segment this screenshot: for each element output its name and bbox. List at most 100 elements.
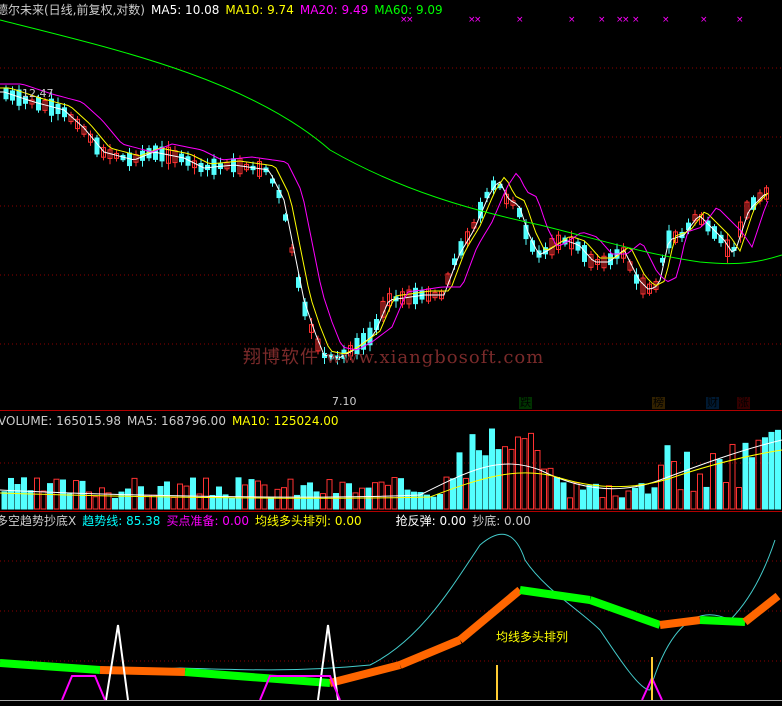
volume-bar (645, 493, 651, 510)
volume-bar (586, 485, 593, 510)
volume-bar (177, 483, 183, 510)
bull-band (398, 636, 462, 669)
volume-bar (619, 497, 625, 510)
event-tag-fall[interactable]: 跌 (519, 397, 532, 409)
volume-bar (66, 493, 73, 510)
volume-bar (768, 431, 775, 510)
event-tag-rank[interactable]: 榜 (652, 397, 665, 409)
volume-bar (638, 483, 645, 510)
volume-bar (365, 487, 372, 510)
volume-bar (749, 457, 755, 510)
signal-mark: × (622, 15, 630, 25)
volume-bar (534, 449, 541, 510)
ma5-value: MA5: 10.08 (151, 3, 220, 17)
ma10-line (0, 87, 769, 355)
event-tag-rise[interactable]: 涨 (737, 397, 750, 409)
volume-bar (326, 479, 333, 510)
high-price-label: 12.47 (22, 87, 54, 100)
low-price-label: 7.10 (332, 395, 357, 408)
volume-bar (482, 455, 489, 510)
volume-bar (632, 487, 638, 510)
volume-bar (560, 482, 567, 510)
volume-bar (203, 477, 209, 510)
volume-bar (541, 468, 547, 510)
volume-bar (125, 488, 131, 510)
bull-band (659, 616, 701, 629)
volume-bar (1, 491, 8, 510)
watermark: 翔博软件 www.xiangbosoft.com (243, 347, 545, 368)
stock-title: 德尔未来(日线,前复权,对数) (0, 3, 145, 17)
volume-bar (521, 438, 528, 510)
signal-mark: × (632, 15, 640, 25)
candle-body (634, 274, 639, 284)
volume-bar (99, 487, 105, 510)
bear-band (0, 659, 101, 674)
bottom-value: 抄底: 0.00 (472, 514, 531, 528)
volume-bar (658, 464, 664, 510)
signal-mark: × (568, 15, 576, 25)
volume-bar (53, 478, 60, 510)
bear-band (699, 616, 746, 626)
volume-bar (320, 493, 326, 510)
volume-bar (710, 453, 716, 510)
volume-bar (775, 429, 781, 510)
volume-bar (755, 439, 762, 510)
volume-ma5-value: MA5: 168796.00 (127, 414, 226, 428)
volume-bar (502, 446, 508, 510)
volume-bar (229, 497, 235, 510)
volume-bar (671, 461, 677, 510)
volume-bar (528, 432, 534, 510)
volume-bar (554, 477, 560, 510)
volume-bar (190, 477, 196, 510)
volume-bar (567, 497, 573, 510)
volume-bar (92, 496, 99, 510)
volume-bar (742, 442, 749, 510)
ma10-value: MA10: 9.74 (225, 3, 294, 17)
buy-ready-value: 买点准备: 0.00 (166, 514, 250, 528)
buy-ready-mark (61, 675, 106, 701)
volume-bar (255, 480, 261, 510)
volume-bar (34, 477, 40, 510)
volume-bar (47, 483, 53, 510)
volume-bar (430, 496, 437, 510)
signal-mark: × (516, 15, 524, 25)
volume-bar (489, 428, 495, 510)
volume-bar (398, 478, 404, 510)
indicator-header: 多空趋势抄底X 趋势线: 85.38 买点准备: 0.00 均线多头排列: 0.00 抢… (0, 514, 537, 528)
volume-bar (105, 492, 112, 510)
signal-mark: × (474, 15, 482, 25)
volume-bar (86, 491, 92, 510)
bull-band (742, 592, 781, 626)
volume-bar (599, 497, 606, 510)
volume-bar (437, 493, 443, 510)
volume-bar (287, 478, 294, 510)
signal-mark: × (736, 15, 744, 25)
volume-bar (606, 485, 612, 510)
volume-ma10-value: MA10: 125024.00 (231, 414, 339, 428)
volume-bar (625, 490, 632, 510)
bear-band (519, 586, 591, 604)
volume-bar (235, 477, 242, 510)
volume-bar (612, 495, 619, 510)
volume-bar (736, 487, 742, 510)
volume-bar (138, 486, 144, 510)
buy-spike (105, 624, 129, 701)
volume-bar (352, 492, 359, 510)
volume-bar (333, 493, 339, 510)
volume-bar (762, 437, 768, 510)
volume-bar (391, 477, 398, 510)
volume-bar (372, 482, 378, 510)
volume-bar (157, 486, 164, 510)
volume-bar (573, 482, 580, 510)
event-tag-finance[interactable]: 财 (706, 397, 719, 409)
volume-bar (248, 479, 255, 510)
volume-value: VOLUME: 165015.98 (0, 414, 121, 428)
volume-header: VOLUME: 165015.98 MA5: 168796.00 MA10: 125… (0, 414, 345, 428)
ma60-line (0, 19, 782, 265)
volume-bar (385, 484, 391, 510)
signal-mark: × (598, 15, 606, 25)
volume-bar (170, 497, 177, 510)
volume-bar (716, 459, 723, 510)
volume-bar (677, 489, 684, 510)
volume-bar (697, 473, 703, 510)
